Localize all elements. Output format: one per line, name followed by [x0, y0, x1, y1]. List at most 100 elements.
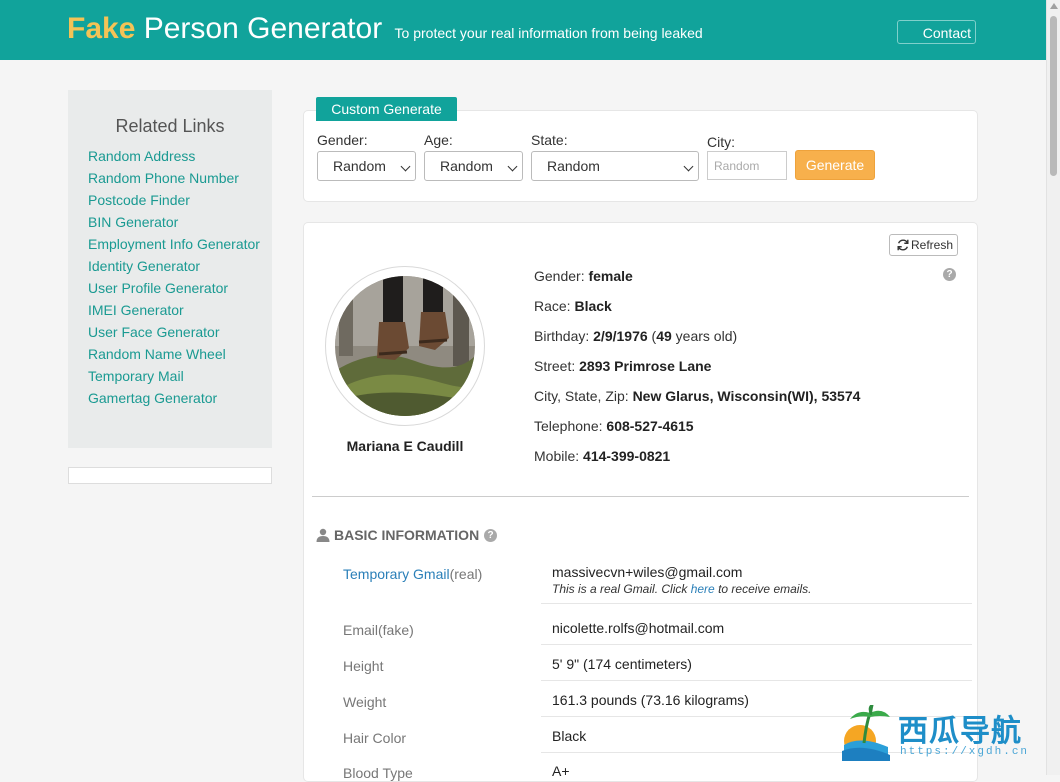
temporary-gmail-value: massivecvn+wiles@gmail.com — [552, 564, 743, 580]
detail-race-label: Race: — [534, 298, 571, 314]
sidebar-empty-box — [68, 467, 272, 484]
sidebar-link-identity-generator[interactable]: Identity Generator — [88, 255, 260, 277]
detail-age-value: 49 — [656, 328, 672, 344]
generate-button[interactable]: Generate — [795, 150, 875, 180]
sidebar-link-random-phone-number[interactable]: Random Phone Number — [88, 167, 260, 189]
detail-gender: Gender: female — [534, 268, 633, 284]
state-select[interactable]: Random — [531, 151, 699, 181]
sidebar-link-employment-info-generator[interactable]: Employment Info Generator — [88, 233, 260, 255]
gender-select[interactable]: Random — [317, 151, 416, 181]
detail-telephone: Telephone: 608-527-4615 — [534, 418, 694, 434]
detail-age-suffix: years old) — [675, 328, 738, 344]
row-divider — [541, 680, 972, 681]
related-links-sidebar: Related Links Random Address Random Phon… — [68, 90, 272, 431]
sidebar-link-random-name-wheel[interactable]: Random Name Wheel — [88, 343, 260, 365]
site-logo[interactable]: Fake Person Generator To protect your re… — [67, 12, 703, 46]
gmail-note-prefix: This is a real Gmail. Click — [552, 582, 688, 596]
custom-generate-tab: Custom Generate — [316, 97, 457, 121]
temporary-gmail-suffix: (real) — [449, 566, 483, 582]
basic-information-heading: BASIC INFORMATION — [316, 527, 479, 543]
detail-telephone-label: Telephone: — [534, 418, 603, 434]
detail-mobile: Mobile: 414-399-0821 — [534, 448, 670, 464]
weight-value: 161.3 pounds (73.16 kilograms) — [552, 692, 749, 708]
sidebar-link-random-address[interactable]: Random Address — [88, 145, 260, 167]
refresh-icon — [897, 239, 909, 251]
site-header: Fake Person Generator To protect your re… — [0, 0, 1046, 60]
weight-label: Weight — [343, 694, 387, 710]
detail-gender-value: female — [588, 268, 633, 284]
detail-mobile-value: 414-399-0821 — [583, 448, 671, 464]
brand-tagline: To protect your real information from be… — [394, 25, 703, 41]
detail-city-label: City, State, Zip: — [534, 388, 629, 404]
sidebar-link-imei-generator[interactable]: IMEI Generator — [88, 299, 260, 321]
brand-name: Person Generator — [143, 12, 383, 45]
avatar — [335, 276, 475, 416]
age-select[interactable]: Random — [424, 151, 523, 181]
section-divider — [312, 496, 969, 497]
detail-city-value: New Glarus, Wisconsin(WI), 53574 — [632, 388, 861, 404]
chevron-down-icon — [683, 161, 694, 172]
state-select-value: Random — [547, 158, 600, 174]
question-circle-icon[interactable]: ? — [943, 268, 956, 281]
detail-street: Street: 2893 Primrose Lane — [534, 358, 711, 374]
gender-select-value: Random — [333, 158, 386, 174]
watermark-url: https://xgdh.cn — [900, 746, 1030, 758]
gmail-note-suffix: to receive emails. — [718, 582, 812, 596]
detail-birthday: Birthday: 2/9/1976 (49 years old) — [534, 328, 737, 344]
watermark-logo-icon — [842, 705, 890, 761]
detail-race-value: Black — [574, 298, 612, 314]
hair-color-label: Hair Color — [343, 730, 407, 746]
gender-label: Gender: — [317, 132, 368, 148]
city-label: City: — [707, 134, 735, 150]
contact-button[interactable]: Contact — [897, 20, 976, 44]
email-value: nicolette.rolfs@hotmail.com — [552, 620, 725, 636]
row-divider — [541, 644, 972, 645]
chevron-down-icon — [507, 161, 518, 172]
detail-street-label: Street: — [534, 358, 576, 374]
sidebar-link-bin-generator[interactable]: BIN Generator — [88, 211, 260, 233]
detail-birthday-label: Birthday: — [534, 328, 590, 344]
temporary-gmail-link[interactable]: Temporary Gmail — [343, 566, 450, 582]
sidebar-link-postcode-finder[interactable]: Postcode Finder — [88, 189, 260, 211]
chevron-down-icon — [400, 161, 411, 172]
gmail-note: This is a real Gmail. Click here to rece… — [552, 582, 811, 596]
refresh-button[interactable]: Refresh — [889, 234, 958, 256]
hair-color-value: Black — [552, 728, 587, 744]
sidebar-link-temporary-mail[interactable]: Temporary Mail — [88, 365, 260, 387]
age-select-value: Random — [440, 158, 493, 174]
related-links-list: Random Address Random Phone Number Postc… — [88, 145, 260, 409]
detail-street-value: 2893 Primrose Lane — [579, 358, 712, 374]
height-value: 5' 9" (174 centimeters) — [552, 656, 692, 672]
refresh-label: Refresh — [911, 238, 954, 252]
detail-race: Race: Black — [534, 298, 612, 314]
detail-mobile-label: Mobile: — [534, 448, 580, 464]
user-icon — [316, 528, 330, 542]
sidebar-link-user-profile-generator[interactable]: User Profile Generator — [88, 277, 260, 299]
temporary-gmail-label: Temporary Gmail(real) — [343, 566, 482, 582]
detail-birthday-value: 2/9/1976 — [593, 328, 648, 344]
sidebar-link-user-face-generator[interactable]: User Face Generator — [88, 321, 260, 343]
scroll-up-arrow-icon[interactable] — [1050, 3, 1058, 9]
sidebar-footer-strip — [68, 430, 272, 448]
avatar-photo-image — [335, 276, 475, 416]
page-scrollbar[interactable] — [1046, 0, 1060, 775]
person-full-name: Mariana E Caudill — [346, 438, 464, 454]
watermark-text: 西瓜导航 — [898, 715, 1022, 748]
detail-gender-label: Gender: — [534, 268, 585, 284]
basic-information-title: BASIC INFORMATION — [334, 527, 480, 543]
state-label: State: — [531, 132, 568, 148]
row-divider — [541, 603, 972, 604]
city-input[interactable] — [707, 151, 787, 180]
brand-fake: Fake — [67, 12, 136, 45]
height-label: Height — [343, 658, 384, 674]
age-label: Age: — [424, 132, 453, 148]
scrollbar-thumb[interactable] — [1050, 16, 1057, 176]
gmail-here-link[interactable]: here — [691, 582, 715, 596]
blood-type-label: Blood Type — [343, 765, 413, 781]
detail-telephone-value: 608-527-4615 — [606, 418, 694, 434]
detail-city-state-zip: City, State, Zip: New Glarus, Wisconsin(… — [534, 388, 860, 404]
sidebar-title: Related Links — [115, 116, 225, 136]
question-circle-icon[interactable]: ? — [484, 529, 497, 542]
sidebar-link-gamertag-generator[interactable]: Gamertag Generator — [88, 387, 260, 409]
email-label: Email(fake) — [343, 622, 414, 638]
